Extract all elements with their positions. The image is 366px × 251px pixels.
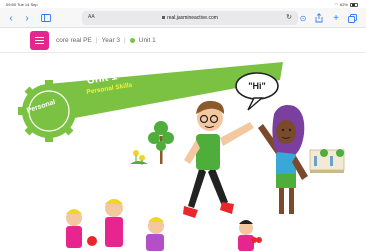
- tree: [148, 121, 174, 164]
- breadcrumb: core real PE | Year 3 | Unit 1: [56, 37, 156, 44]
- breadcrumb-separator: |: [95, 37, 98, 44]
- hamburger-line: [35, 43, 44, 45]
- address-bar[interactable]: AA real.jasmineactive.com ↻: [82, 11, 298, 25]
- girl-character: [258, 105, 308, 214]
- new-tab-icon[interactable]: +: [329, 8, 343, 28]
- unit-hero-illustration: Unit 1 Personal Skills Personal "Hi": [18, 56, 348, 251]
- download-icon[interactable]: ⊙: [296, 8, 310, 28]
- hamburger-line: [35, 40, 44, 42]
- status-bar: 09:50 Tue 14 Sep ◠ 62%: [0, 0, 366, 8]
- tabs-icon[interactable]: [345, 8, 359, 28]
- forward-icon[interactable]: ›: [20, 8, 34, 28]
- status-time: 09:50 Tue 14 Sep: [6, 2, 38, 7]
- speech-text: "Hi": [248, 81, 266, 91]
- hero-artwork: [18, 62, 345, 251]
- share-icon[interactable]: [312, 8, 326, 28]
- status-indicators: ◠ 62%: [334, 2, 358, 7]
- reload-icon[interactable]: ↻: [286, 13, 292, 21]
- wifi-icon: ◠: [334, 2, 338, 7]
- battery-text: 62%: [339, 2, 348, 7]
- time-text: 09:50: [6, 2, 17, 7]
- battery-icon: [350, 2, 358, 7]
- boy-character: [183, 100, 254, 218]
- date-text: Tue 14 Sep: [17, 2, 38, 7]
- flowers: [130, 150, 148, 165]
- hamburger-line: [35, 37, 44, 39]
- site-header: core real PE | Year 3 | Unit 1: [0, 29, 366, 53]
- breadcrumb-separator: |: [124, 37, 126, 44]
- lock-icon: [162, 15, 166, 19]
- browser-toolbar: ‹ › AA real.jasmineactive.com ↻ ⊙ +: [0, 8, 366, 28]
- playground-scene: [309, 149, 345, 173]
- url-text: real.jasmineactive.com: [167, 14, 218, 21]
- url-display[interactable]: real.jasmineactive.com: [82, 15, 298, 21]
- unit-status-dot: [129, 38, 135, 43]
- breadcrumb-core-real-pe[interactable]: core real PE: [56, 37, 92, 44]
- breadcrumb-year-3[interactable]: Year 3: [101, 37, 120, 44]
- sidebar-icon[interactable]: [38, 8, 54, 28]
- back-icon[interactable]: ‹: [4, 8, 18, 28]
- breadcrumb-unit-1: Unit 1: [138, 37, 156, 44]
- menu-button[interactable]: [30, 31, 49, 50]
